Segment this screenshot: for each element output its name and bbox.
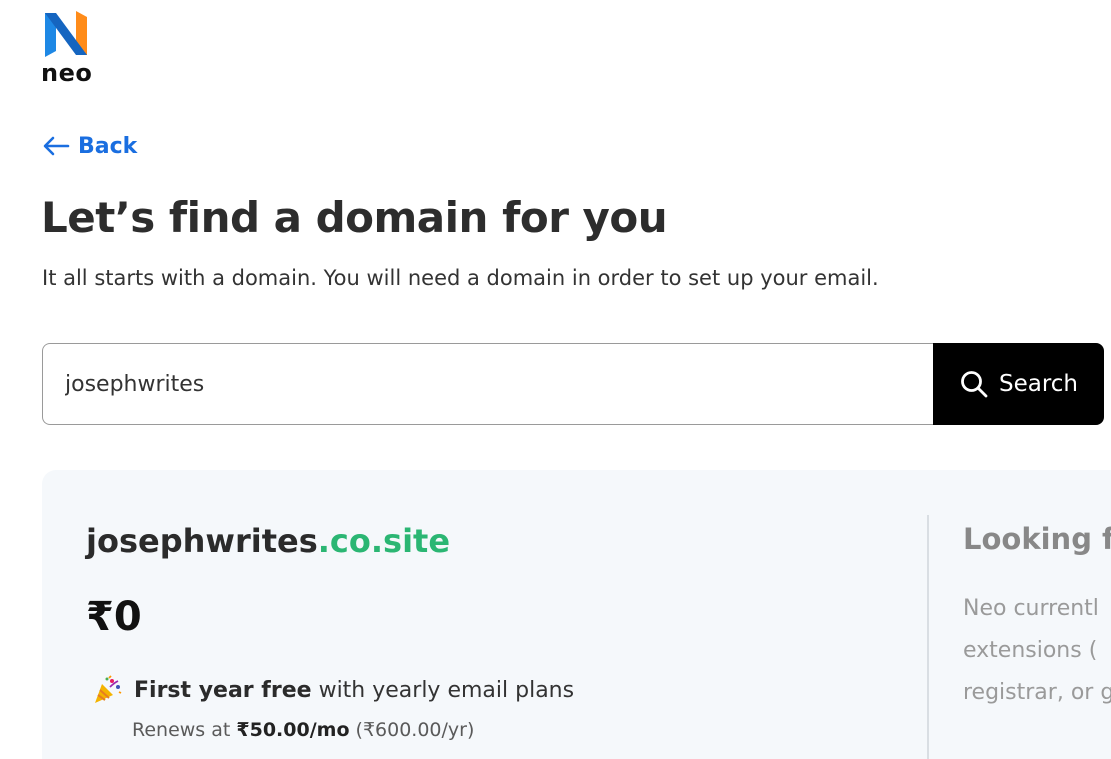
search-button-label: Search	[998, 371, 1079, 397]
renewal-prefix: Renews at	[132, 719, 237, 741]
search-icon	[961, 371, 988, 398]
arrow-left-icon	[43, 136, 70, 156]
renewal-monthly: ₹50.00/mo	[236, 719, 350, 741]
renewal-yearly: (₹600.00/yr)	[349, 719, 475, 741]
brand-wordmark: neo	[41, 59, 93, 87]
domain-price: ₹0	[86, 594, 142, 640]
card-divider	[927, 515, 929, 759]
search-button[interactable]: Search	[933, 343, 1104, 425]
party-popper-icon	[95, 675, 122, 703]
side-panel-line: extensions (	[963, 638, 1098, 663]
renewal-price: Renews at ₹50.00/mo (₹600.00/yr)	[132, 719, 474, 741]
domain-search-bar: Search	[42, 343, 1104, 425]
domain-result-card: josephwrites.co.site ₹0 First year free …	[42, 470, 1111, 759]
promo-line: First year free with yearly email plans	[92, 675, 574, 705]
domain-result: josephwrites.co.site	[86, 522, 450, 560]
side-panel-title: Looking fo	[963, 522, 1111, 556]
domain-extension: .co.site	[317, 522, 451, 560]
domain-name: josephwrites	[86, 522, 318, 560]
page-title: Let’s find a domain for you	[41, 193, 668, 242]
promo-text: with yearly email plans	[311, 677, 575, 703]
back-label: Back	[78, 133, 138, 159]
side-panel-line: registrar, or g	[963, 680, 1111, 705]
domain-search-input[interactable]	[42, 343, 933, 425]
neo-logo[interactable]: neo	[41, 11, 101, 87]
neo-logo-mark	[45, 11, 87, 57]
side-panel-line: Neo currentl	[963, 596, 1099, 621]
side-panel-text: Neo currentl extensions ( registrar, or …	[963, 588, 1111, 714]
page-subtitle: It all starts with a domain. You will ne…	[42, 266, 879, 290]
back-link[interactable]: Back	[42, 131, 137, 161]
promo-highlight: First year free	[134, 677, 312, 703]
